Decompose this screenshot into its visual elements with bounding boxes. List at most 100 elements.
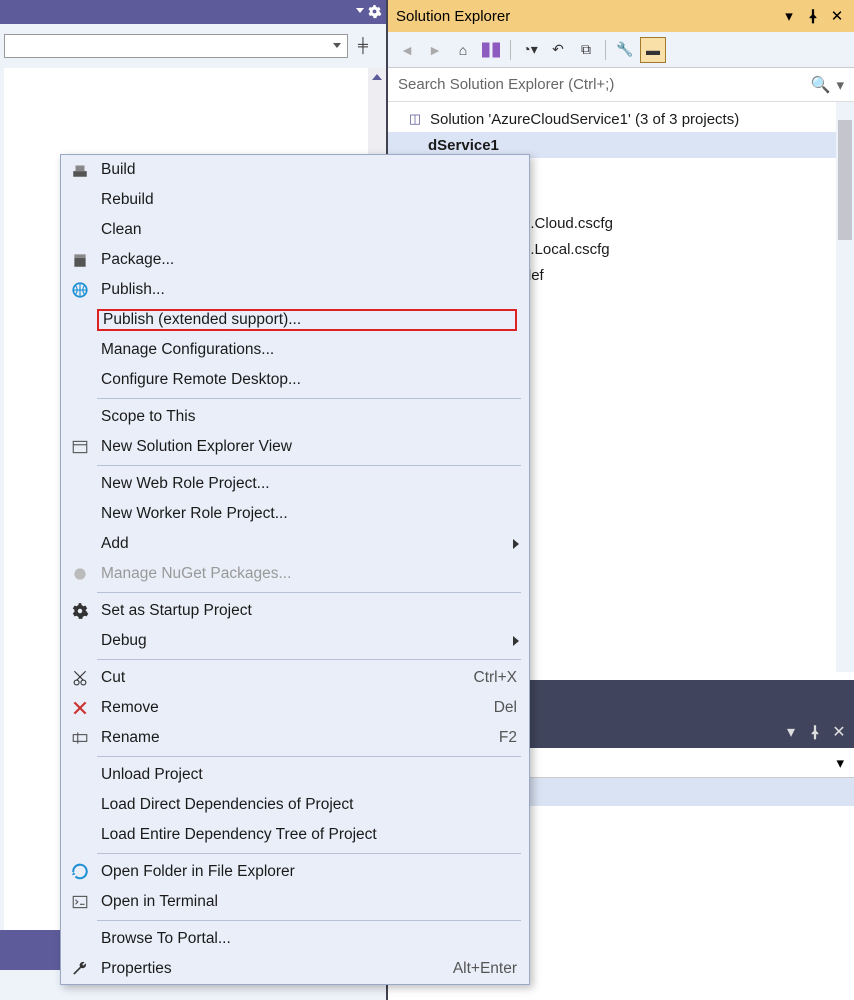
menu-separator — [97, 659, 521, 660]
menu-item-build[interactable]: Build — [61, 155, 529, 185]
navigation-combo[interactable] — [4, 34, 348, 58]
menu-item-label: Build — [101, 161, 517, 179]
terminal-icon — [71, 893, 89, 911]
menu-item-manage-nuget-packages: Manage NuGet Packages... — [61, 559, 529, 589]
gear-icon — [71, 602, 89, 620]
chevron-down-icon — [333, 43, 341, 48]
menu-item-remove[interactable]: RemoveDel — [61, 693, 529, 723]
split-view-icon[interactable]: ╪ — [352, 34, 374, 56]
solution-explorer-toolbar: ◄ ► ⌂ ◔▾ ↶ ⧉ 🔧 ▬ — [388, 32, 854, 68]
menu-item-label: Rebuild — [101, 191, 517, 209]
wrench-icon — [71, 960, 89, 978]
window-position-icon[interactable]: ▾ — [782, 723, 800, 741]
menu-item-rebuild[interactable]: Rebuild — [61, 185, 529, 215]
scroll-up-icon[interactable] — [368, 68, 386, 86]
menu-item-label: New Worker Role Project... — [101, 505, 517, 523]
window-menu-arrow[interactable] — [356, 8, 364, 13]
menu-shortcut: Alt+Enter — [453, 960, 517, 978]
window-position-icon[interactable]: ▾ — [780, 7, 798, 25]
search-dropdown-icon[interactable]: ▾ — [836, 76, 844, 94]
menu-item-label: Load Entire Dependency Tree of Project — [101, 826, 517, 844]
menu-item-label: Properties — [101, 960, 433, 978]
menu-item-unload-project[interactable]: Unload Project — [61, 760, 529, 790]
menu-item-set-as-startup-project[interactable]: Set as Startup Project — [61, 596, 529, 626]
cut-icon — [71, 669, 89, 687]
open-folder-icon — [71, 863, 89, 881]
menu-item-properties[interactable]: Properties Alt+Enter — [61, 954, 529, 984]
menu-separator — [97, 592, 521, 593]
menu-item-new-solution-explorer-view[interactable]: New Solution Explorer View — [61, 432, 529, 462]
menu-item-label: Publish... — [101, 281, 517, 299]
menu-item-label: Add — [101, 535, 517, 553]
home-icon[interactable]: ⌂ — [450, 37, 476, 63]
menu-separator — [97, 756, 521, 757]
chevron-down-icon: ▾ — [836, 754, 844, 772]
menu-item-clean[interactable]: Clean — [61, 215, 529, 245]
sync-icon[interactable]: ↶ — [545, 37, 571, 63]
remove-icon — [71, 699, 89, 717]
menu-shortcut: Ctrl+X — [474, 669, 518, 687]
menu-item-new-web-role-project[interactable]: New Web Role Project... — [61, 469, 529, 499]
package-icon — [71, 251, 89, 269]
search-icon: 🔍 — [811, 75, 831, 95]
menu-item-load-entire-dependency-tree-of-project[interactable]: Load Entire Dependency Tree of Project — [61, 820, 529, 850]
pin-icon[interactable] — [806, 723, 824, 741]
menu-item-package[interactable]: Package... — [61, 245, 529, 275]
menu-item-manage-configurations[interactable]: Manage Configurations... — [61, 335, 529, 365]
menu-item-open-in-terminal[interactable]: Open in Terminal — [61, 887, 529, 917]
properties-icon[interactable]: 🔧 — [612, 37, 638, 63]
menu-item-cut[interactable]: Cut Ctrl+X — [61, 663, 529, 693]
pending-changes-filter-icon[interactable]: ◔▾ — [517, 37, 543, 63]
menu-item-publish[interactable]: Publish... — [61, 275, 529, 305]
menu-item-publish-extended-support[interactable]: Publish (extended support)... — [61, 305, 529, 335]
chevron-right-icon — [513, 636, 519, 646]
menu-shortcut: Del — [494, 699, 517, 717]
menu-item-debug[interactable]: Debug — [61, 626, 529, 656]
collapse-all-icon[interactable]: ⧉ — [573, 37, 599, 63]
menu-item-label: Open in Terminal — [101, 893, 517, 911]
menu-item-load-direct-dependencies-of-project[interactable]: Load Direct Dependencies of Project — [61, 790, 529, 820]
menu-item-configure-remote-desktop[interactable]: Configure Remote Desktop... — [61, 365, 529, 395]
solution-icon: ◫ — [406, 110, 424, 128]
rename-icon — [71, 729, 89, 747]
menu-item-label: Open Folder in File Explorer — [101, 863, 517, 881]
menu-item-label: Unload Project — [101, 766, 517, 784]
solution-node[interactable]: ◫ Solution 'AzureCloudService1' (3 of 3 … — [388, 106, 854, 132]
pin-icon[interactable] — [804, 7, 822, 25]
menu-item-label: Cut — [101, 669, 454, 687]
menu-item-scope-to-this[interactable]: Scope to This — [61, 402, 529, 432]
back-icon[interactable]: ◄ — [394, 37, 420, 63]
menu-item-label: Set as Startup Project — [101, 602, 517, 620]
menu-item-label: Manage Configurations... — [101, 341, 517, 359]
preview-selected-icon[interactable]: ▬ — [640, 37, 666, 63]
menu-item-label: Configure Remote Desktop... — [101, 371, 517, 389]
close-icon[interactable]: ✕ — [830, 723, 848, 741]
build-icon — [71, 161, 89, 179]
menu-separator — [97, 853, 521, 854]
chevron-right-icon — [513, 539, 519, 549]
solution-explorer-titlebar[interactable]: Solution Explorer ▾ ✕ — [388, 0, 854, 32]
solution-explorer-scrollbar[interactable] — [836, 102, 854, 672]
menu-item-label: Debug — [101, 632, 517, 650]
nuget-icon — [71, 565, 89, 583]
solution-label: Solution 'AzureCloudService1' (3 of 3 pr… — [430, 111, 739, 128]
solution-explorer-search[interactable]: Search Solution Explorer (Ctrl+;) 🔍 ▾ — [388, 68, 854, 102]
forward-icon[interactable]: ► — [422, 37, 448, 63]
menu-item-browse-to-portal[interactable]: Browse To Portal... — [61, 924, 529, 954]
menu-item-add[interactable]: Add — [61, 529, 529, 559]
menu-separator — [97, 398, 521, 399]
menu-item-label: Clean — [101, 221, 517, 239]
close-icon[interactable]: ✕ — [828, 7, 846, 25]
switch-views-icon[interactable] — [478, 37, 504, 63]
menu-item-label: Load Direct Dependencies of Project — [101, 796, 517, 814]
menu-item-open-folder-in-file-explorer[interactable]: Open Folder in File Explorer — [61, 857, 529, 887]
menu-item-label: Package... — [101, 251, 517, 269]
menu-item-new-worker-role-project[interactable]: New Worker Role Project... — [61, 499, 529, 529]
separator — [510, 40, 511, 60]
gear-icon[interactable] — [367, 4, 382, 19]
menu-item-rename[interactable]: RenameF2 — [61, 723, 529, 753]
project-label: dService1 — [428, 137, 499, 154]
new-view-icon — [71, 438, 89, 456]
menu-item-label: Manage NuGet Packages... — [101, 565, 517, 583]
scrollbar-thumb[interactable] — [838, 120, 852, 240]
